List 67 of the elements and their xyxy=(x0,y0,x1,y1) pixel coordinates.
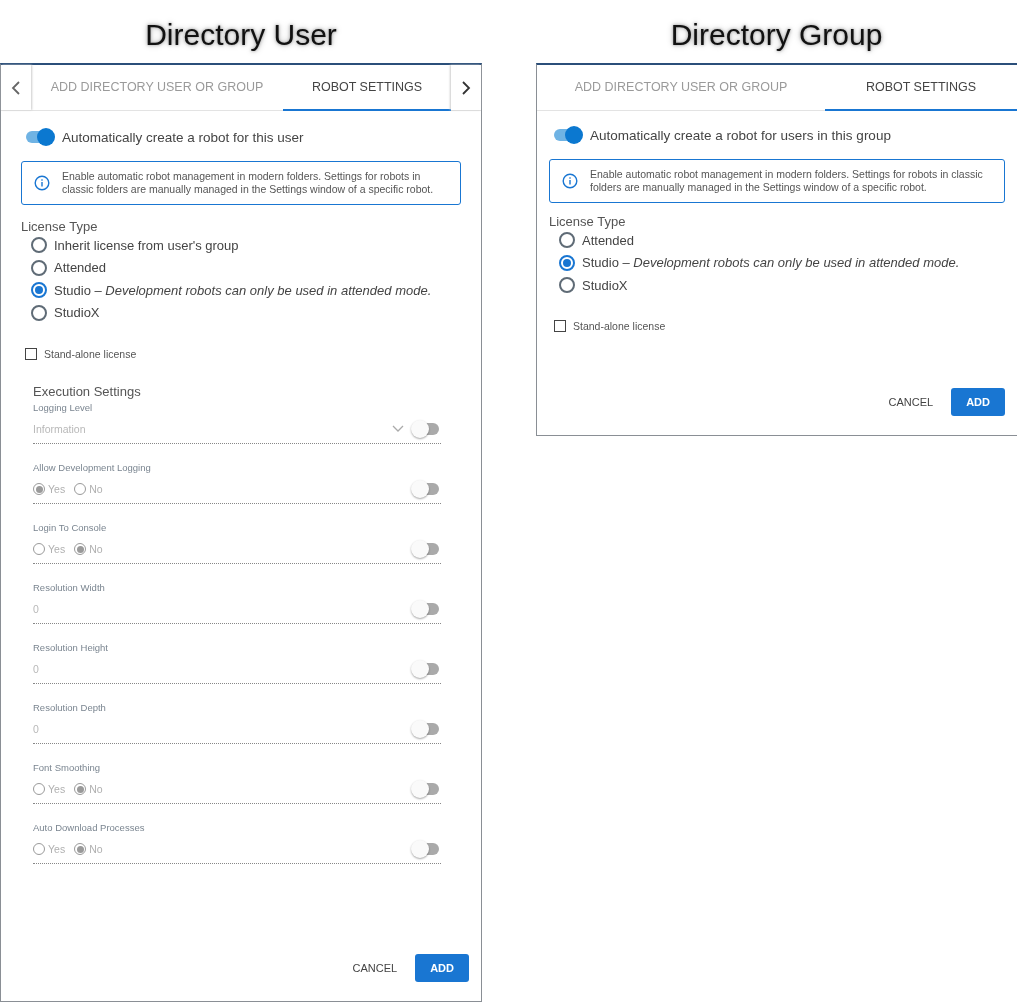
info-icon xyxy=(34,175,50,191)
tab[interactable]: ADD DIRECTORY USER OR GROUP xyxy=(31,65,283,111)
radio-label: Attended xyxy=(54,260,107,276)
toggle-switch[interactable] xyxy=(25,127,55,147)
panel-heading: Directory User xyxy=(145,17,337,53)
section-label: License Type xyxy=(549,214,627,229)
radio-label: No xyxy=(89,843,103,855)
radio-label: No xyxy=(89,783,103,795)
toggle-switch[interactable] xyxy=(411,479,441,499)
toggle-label: Automatically create a robot for users in this group xyxy=(590,127,891,143)
radio-label: No xyxy=(89,483,103,495)
radio-button[interactable] xyxy=(31,304,47,321)
field-label: Auto Download Processes xyxy=(33,822,146,835)
radio-label: Yes xyxy=(48,783,66,795)
field-label: Logging Level xyxy=(33,402,94,415)
radio-label: Studio – Development robots can only be used in attended mode. xyxy=(582,255,960,271)
add-button[interactable]: ADD xyxy=(951,388,1005,416)
field-label: Allow Development Logging xyxy=(33,462,152,475)
tab[interactable]: ROBOT SETTINGS xyxy=(825,65,1017,111)
checkbox-label: Stand-alone license xyxy=(573,319,666,332)
checkbox-label: Stand-alone license xyxy=(44,348,137,360)
toggle-switch[interactable] xyxy=(411,419,441,439)
tab[interactable]: ROBOT SETTINGS xyxy=(283,65,451,111)
toggle-switch[interactable] xyxy=(411,539,441,559)
add-button[interactable]: ADD xyxy=(415,954,469,982)
info-text: Enable automatic robot management in modern folders. Settings for robots in classic folders are manually managed in the Settings window of a specific robot. xyxy=(590,168,984,194)
field-label: Font Smoothing xyxy=(33,762,102,775)
radio-button[interactable] xyxy=(559,254,575,271)
info-icon xyxy=(562,173,578,189)
chevron-left-icon xyxy=(11,80,21,95)
toggle-switch[interactable] xyxy=(411,599,441,619)
tab[interactable]: ADD DIRECTORY USER OR GROUP xyxy=(537,65,825,111)
radio-label: StudioX xyxy=(582,277,628,293)
radio-button[interactable] xyxy=(559,232,575,249)
checkbox[interactable] xyxy=(25,348,37,360)
chevron-down-icon xyxy=(392,425,404,433)
radio-button[interactable] xyxy=(31,259,47,276)
cancel-button[interactable]: CANCEL xyxy=(888,388,934,416)
toggle-switch[interactable] xyxy=(411,839,441,859)
section-label: License Type xyxy=(21,219,99,234)
radio-label: No xyxy=(89,543,103,555)
chevron-right-icon xyxy=(461,80,471,95)
panel-heading: Directory Group xyxy=(670,17,883,53)
info-text: Enable automatic robot management in modern folders. Settings for robots in classic folders are manually managed in the Settings window of a specific robot. xyxy=(62,170,435,196)
dropdown-value: Information xyxy=(33,423,86,435)
toggle-switch[interactable] xyxy=(411,779,441,799)
radio-label: Yes xyxy=(48,843,66,855)
toggle-label: Automatically create a robot for this user xyxy=(62,129,304,145)
radio-button[interactable] xyxy=(31,282,47,299)
radio-button[interactable] xyxy=(559,277,575,294)
radio-label: Studio – Development robots can only be used in attended mode. xyxy=(54,282,432,298)
radio-label: Yes xyxy=(48,483,66,495)
cancel-button[interactable]: CANCEL xyxy=(352,954,398,982)
toggle-switch[interactable] xyxy=(411,659,441,679)
radio-label: StudioX xyxy=(54,305,100,321)
radio-label: Inherit license from user's group xyxy=(54,237,239,253)
toggle-switch[interactable] xyxy=(411,719,441,739)
field-label: Resolution Height xyxy=(33,642,109,655)
radio-label: Yes xyxy=(48,543,66,555)
radio-button[interactable] xyxy=(31,237,47,254)
field-label: Login To Console xyxy=(33,522,108,535)
field-label: Resolution Width xyxy=(33,582,106,595)
radio-label: Attended xyxy=(582,232,635,248)
section-title: Execution Settings xyxy=(33,384,142,399)
field-label: Resolution Depth xyxy=(33,702,107,715)
toggle-switch[interactable] xyxy=(553,125,583,145)
checkbox[interactable] xyxy=(554,319,566,332)
